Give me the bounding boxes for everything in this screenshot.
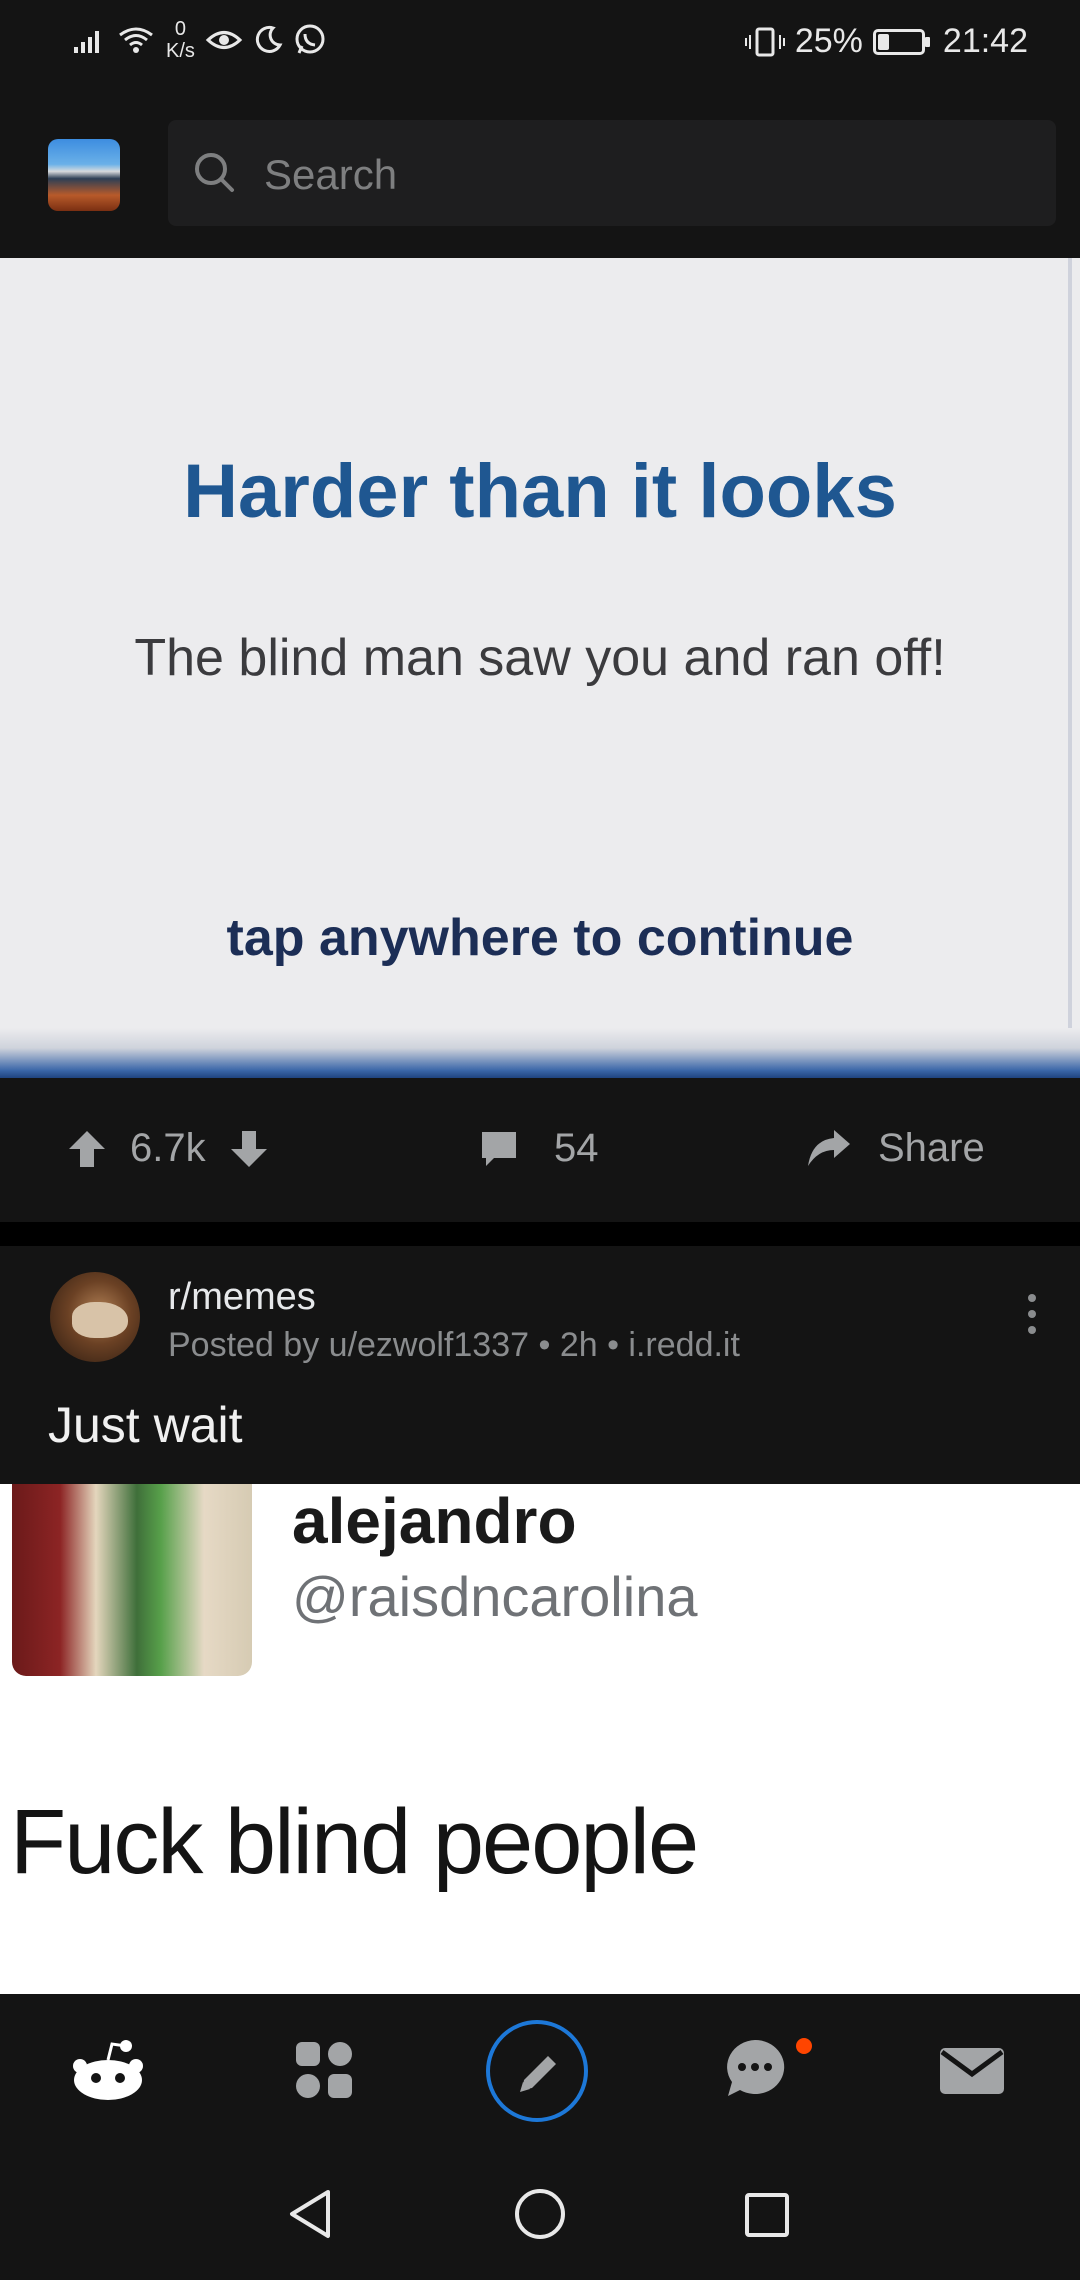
signal-icon [74, 31, 99, 53]
post-image[interactable]: Harder than it looks The blind man saw y… [0, 258, 1080, 1078]
meme-bottom-bar [0, 1028, 1080, 1078]
post-meta: Posted by u/ezwolf1337 • 2h • i.redd.it [168, 1326, 740, 1364]
app-logo[interactable] [48, 139, 120, 211]
battery-percent: 25% [794, 22, 863, 60]
comment-icon [482, 1131, 516, 1166]
home-circle-icon[interactable] [514, 2188, 566, 2240]
chat-notification-badge [796, 2038, 812, 2054]
bottom-nav [0, 1994, 1080, 2148]
inbox-icon[interactable] [938, 2046, 1006, 2096]
network-speed: 0 K/s [166, 18, 195, 62]
post-title[interactable]: Just wait [48, 1396, 243, 1454]
vibrate-icon [744, 27, 785, 56]
share-label: Share [878, 1126, 985, 1170]
tweet-text: Fuck blind people [10, 1791, 699, 1893]
share-icon [808, 1129, 850, 1166]
post-image[interactable]: alejandro @raisdncarolina Fuck blind peo… [0, 1484, 1080, 1994]
post-header: r/memes Posted by u/ezwolf1337 • 2h • i.… [0, 1246, 1080, 1484]
meme-cta: tap anywhere to continue [226, 909, 854, 967]
wifi-icon [119, 27, 153, 53]
search-icon [195, 153, 234, 192]
tweet-avatar [12, 1484, 252, 1676]
post-divider [0, 1222, 1080, 1246]
post-action-bar: 6.7k 54 Share [0, 1078, 1080, 1222]
upvote-icon[interactable] [66, 1128, 108, 1170]
eye-icon [205, 31, 243, 49]
meme-title: Harder than it looks [183, 449, 897, 534]
recents-icon[interactable] [744, 2192, 790, 2238]
moon-icon [255, 25, 283, 53]
downvote-icon[interactable] [228, 1128, 270, 1170]
back-icon[interactable] [284, 2188, 336, 2240]
more-options-icon[interactable] [1022, 1292, 1042, 1336]
home-icon[interactable] [70, 2040, 146, 2104]
network-speed-value: 0 [174, 18, 187, 40]
status-bar: 0 K/s 25% 21:42 [0, 0, 1080, 94]
tweet-author-handle: @raisdncarolina [292, 1565, 698, 1628]
create-post-icon [520, 2056, 556, 2092]
vote-count: 6.7k [130, 1126, 206, 1170]
battery-icon [872, 28, 930, 55]
system-nav-bar [0, 2148, 1080, 2280]
tweet-author-name: alejandro [292, 1485, 577, 1557]
clock: 21:42 [942, 22, 1028, 60]
share-button[interactable]: Share [806, 1126, 985, 1171]
search-placeholder: Search [264, 151, 398, 198]
subreddit-avatar[interactable] [50, 1272, 140, 1362]
comments-button[interactable]: 54 [478, 1126, 599, 1171]
app-header: Search [0, 94, 1080, 258]
communities-icon[interactable] [294, 2040, 354, 2100]
battery-fill [877, 33, 890, 50]
network-speed-unit: K/s [166, 40, 195, 62]
comment-count: 54 [554, 1126, 599, 1170]
create-post-button[interactable] [486, 2020, 588, 2122]
meme-message: The blind man saw you and ran off! [134, 629, 946, 687]
search-input[interactable]: Search [168, 120, 1056, 226]
subreddit-name[interactable]: r/memes [168, 1276, 316, 1319]
chat-icon[interactable] [722, 2036, 788, 2100]
whatsapp-icon [295, 24, 325, 54]
vote-group: 6.7k [66, 1126, 270, 1171]
